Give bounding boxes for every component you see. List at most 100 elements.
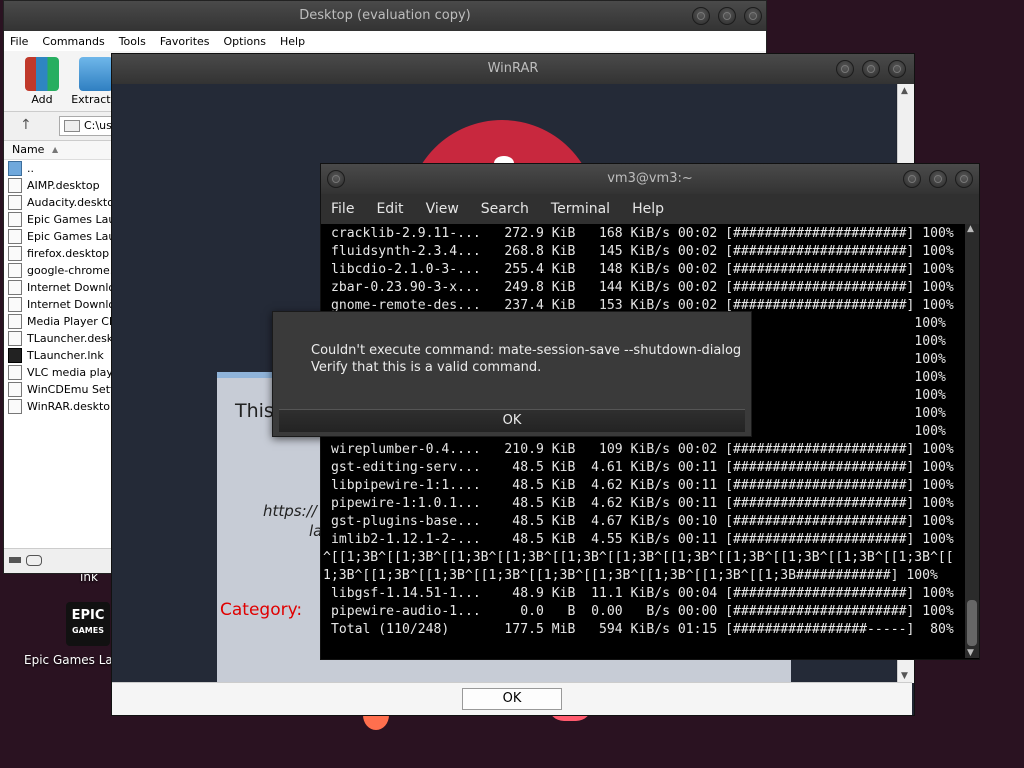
menu-file[interactable]: File — [10, 35, 28, 48]
terminal-line: libcdio-2.1.0-3-... 255.4 KiB 148 KiB/s … — [331, 262, 954, 277]
terminal-title: vm3@vm3:~ — [607, 171, 693, 186]
terminal-line: imlib2-1.12.1-2-... 48.5 KiB 4.55 KiB/s … — [331, 532, 954, 547]
close-button[interactable] — [955, 170, 973, 188]
file-icon — [8, 229, 22, 244]
menu-help[interactable]: Help — [280, 35, 305, 48]
folder-icon — [8, 161, 22, 176]
file-list: .. AIMP.desktop Audacity.desktop Epic Ga… — [4, 160, 112, 415]
explorer-titlebar[interactable]: Desktop (evaluation copy) — [4, 1, 766, 31]
error-dialog: Couldn't execute command: mate-session-s… — [272, 311, 752, 437]
terminal-line: wireplumber-0.4.... 210.9 KiB 109 KiB/s … — [331, 442, 954, 457]
terminal-output[interactable]: cracklib-2.9.11-... 272.9 KiB 168 KiB/s … — [321, 224, 965, 658]
epic-logo-line-1: EPIC — [71, 608, 105, 623]
ok-button[interactable]: OK — [462, 688, 562, 710]
scroll-down-icon[interactable]: ▼ — [967, 648, 974, 658]
terminal-menu-edit[interactable]: Edit — [376, 201, 403, 217]
epic-games-logo: EPIC GAMES — [66, 602, 110, 638]
menu-options[interactable]: Options — [224, 35, 266, 48]
terminal-line: 1;3B^[[1;3B^[[1;3B^[[1;3B^[[1;3B^[[1;3B^… — [323, 568, 938, 583]
list-item[interactable]: Internet Downloa... — [4, 296, 112, 313]
winrar-dialog-footer: OK — [112, 682, 912, 715]
terminal-line: cracklib-2.9.11-... 272.9 KiB 168 KiB/s … — [331, 226, 954, 241]
error-message: Couldn't execute command: mate-session-s… — [311, 342, 741, 376]
file-icon — [8, 314, 22, 329]
file-icon — [8, 195, 22, 210]
list-item[interactable]: Media Player Cla... — [4, 313, 112, 330]
error-message-line-2: Verify that this is a valid command. — [311, 360, 542, 375]
scroll-thumb[interactable] — [967, 600, 977, 646]
list-item[interactable]: AIMP.desktop — [4, 177, 112, 194]
terminal-menubar: File Edit View Search Terminal Help — [321, 194, 979, 224]
add-button[interactable]: Add — [14, 57, 70, 106]
terminal-line: libpipewire-1:1.... 48.5 KiB 4.62 KiB/s … — [331, 478, 954, 493]
terminal-menu-file[interactable]: File — [331, 201, 354, 217]
maximize-button[interactable] — [929, 170, 947, 188]
list-item[interactable]: firefox.desktop — [4, 245, 112, 262]
explorer-statusbar — [4, 548, 112, 573]
list-item[interactable]: .. — [4, 160, 112, 177]
scroll-up-icon[interactable]: ▲ — [967, 224, 974, 234]
list-item[interactable]: Epic Games Laun... — [4, 228, 112, 245]
file-icon — [8, 297, 22, 312]
terminal-menu-view[interactable]: View — [426, 201, 459, 217]
winrar-dialog-titlebar[interactable]: WinRAR — [112, 54, 914, 84]
file-icon — [8, 246, 22, 261]
menu-tools[interactable]: Tools — [119, 35, 146, 48]
ad-panel-link[interactable]: https:// — [263, 502, 317, 520]
minimize-button[interactable] — [836, 60, 854, 78]
close-left-button[interactable] — [327, 170, 345, 188]
menu-favorites[interactable]: Favorites — [160, 35, 210, 48]
list-item[interactable]: VLC media player... — [4, 364, 112, 381]
terminal-line: libgsf-1.14.51-1... 48.9 KiB 11.1 KiB/s … — [331, 586, 954, 601]
terminal-menu-terminal[interactable]: Terminal — [551, 201, 610, 217]
file-icon — [8, 212, 22, 227]
terminal-titlebar[interactable]: vm3@vm3:~ — [321, 164, 979, 194]
file-icon — [8, 331, 22, 346]
close-button[interactable] — [744, 7, 762, 25]
key-icon — [26, 555, 42, 566]
menu-commands[interactable]: Commands — [42, 35, 104, 48]
list-item[interactable]: Epic Games Laun... — [4, 211, 112, 228]
file-icon — [8, 399, 22, 414]
file-icon — [8, 263, 22, 278]
category-label: Category: — [220, 600, 303, 620]
error-ok-button[interactable]: OK — [279, 409, 745, 432]
minimize-button[interactable] — [692, 7, 710, 25]
list-item[interactable]: Internet Downloa... — [4, 279, 112, 296]
list-item[interactable]: google-chrome.d... — [4, 262, 112, 279]
scroll-down-icon[interactable]: ▼ — [901, 671, 908, 681]
scroll-up-icon[interactable]: ▲ — [901, 86, 908, 96]
folder-extract-icon — [79, 57, 113, 91]
ad-panel-heading: This — [235, 400, 274, 422]
terminal-scrollbar[interactable]: ▲ ▼ — [965, 224, 979, 658]
list-item[interactable]: TLauncher.lnk — [4, 347, 112, 364]
up-arrow-icon[interactable]: ↑ — [20, 117, 32, 133]
drive-icon — [9, 557, 21, 563]
terminal-line: gst-editing-serv... 48.5 KiB 4.61 KiB/s … — [331, 460, 954, 475]
desktop-icon-epic-games-label[interactable]: Epic Games La — [24, 653, 113, 667]
terminal-line: pipewire-audio-1... 0.0 B 0.00 B/s 00:00… — [331, 604, 954, 619]
sort-up-icon: ▲ — [52, 145, 59, 154]
file-icon — [8, 382, 22, 397]
winrar-dialog-title: WinRAR — [487, 61, 539, 76]
add-button-label: Add — [31, 93, 53, 106]
desktop-icon-epic-games[interactable]: EPIC GAMES — [66, 602, 110, 646]
explorer-menubar: File Commands Tools Favorites Options He… — [4, 31, 766, 51]
terminal-menu-search[interactable]: Search — [481, 201, 529, 217]
list-item[interactable]: TLauncher.deskt... — [4, 330, 112, 347]
minimize-button[interactable] — [903, 170, 921, 188]
close-button[interactable] — [888, 60, 906, 78]
terminal-line: pipewire-1:1.0.1... 48.5 KiB 4.62 KiB/s … — [331, 496, 954, 511]
list-item[interactable]: Audacity.desktop — [4, 194, 112, 211]
explorer-title: Desktop (evaluation copy) — [299, 8, 471, 23]
terminal-line: gst-plugins-base... 48.5 KiB 4.67 KiB/s … — [331, 514, 954, 529]
books-icon — [25, 57, 59, 91]
terminal-line: Total (110/248) 177.5 MiB 594 KiB/s 01:1… — [331, 622, 954, 637]
list-item[interactable]: WinCDEmu Settin... — [4, 381, 112, 398]
terminal-menu-help[interactable]: Help — [632, 201, 664, 217]
maximize-button[interactable] — [862, 60, 880, 78]
maximize-button[interactable] — [718, 7, 736, 25]
file-icon — [8, 280, 22, 295]
epic-logo-line-2: GAMES — [72, 626, 104, 635]
list-item[interactable]: WinRAR.desktop — [4, 398, 112, 415]
